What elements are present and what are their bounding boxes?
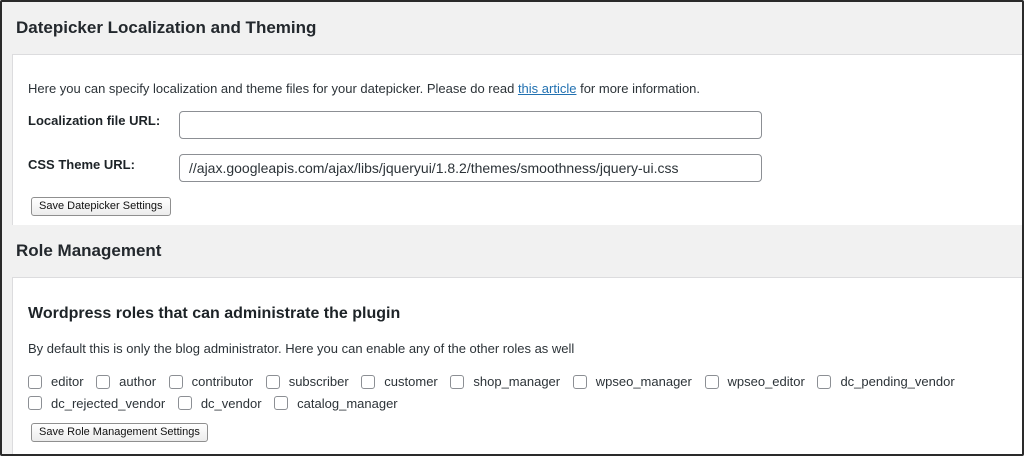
roles-subtitle: Wordpress roles that can administrate th… [28,305,401,322]
role-checkbox[interactable] [96,374,111,389]
role-option-shop-manager[interactable]: shop_manager [450,372,560,391]
role-option-dc-rejected-vendor[interactable]: dc_rejected_vendor [28,394,165,413]
this-article-link[interactable]: this article [518,81,577,96]
role-label: dc_vendor [200,395,262,411]
role-label: editor [51,374,84,389]
role-label: dc_pending_vendor [840,374,955,389]
role-option-dc-pending-vendor[interactable]: dc_pending_vendor [817,372,955,391]
role-label: contributor [191,374,254,389]
role-option-wpseo-editor[interactable]: wpseo_editor [704,372,805,391]
role-checkbox[interactable] [704,374,719,389]
role-checkbox[interactable] [168,374,183,389]
role-checkbox[interactable] [450,374,465,389]
role-checkbox[interactable] [28,396,42,410]
roles-checkbox-list: editor author contributor subscriber cus… [28,372,1013,415]
role-checkbox[interactable] [361,374,376,389]
role-checkbox[interactable] [817,374,832,389]
datepicker-intro-text: Here you can specify localization and th… [28,81,700,96]
role-label: shop_manager [473,374,561,389]
role-option-customer[interactable]: customer [361,372,438,391]
settings-page: Datepicker Localization and Theming Here… [0,0,1024,456]
role-option-catalog-manager[interactable]: catalog_manager [274,394,398,413]
role-label: catalog_manager [297,395,398,411]
save-datepicker-settings-button[interactable]: Save Datepicker Settings [31,197,171,216]
datepicker-section-header: Datepicker Localization and Theming [2,2,1022,52]
role-management-section-title: Role Management [16,241,162,260]
role-label: dc_rejected_vendor [51,395,166,411]
datepicker-section-title: Datepicker Localization and Theming [16,18,317,37]
roles-description: By default this is only the blog adminis… [28,341,575,356]
localization-file-url-label: Localization file URL: [28,113,161,128]
role-option-editor[interactable]: editor [28,372,84,391]
intro-text-before: Here you can specify localization and th… [28,81,518,96]
role-label: wpseo_manager [595,374,692,389]
role-label: subscriber [288,374,349,389]
save-role-management-settings-button[interactable]: Save Role Management Settings [31,423,208,442]
role-management-panel: Wordpress roles that can administrate th… [12,277,1022,454]
css-theme-url-input[interactable] [179,154,762,182]
role-label: customer [384,374,438,389]
role-option-contributor[interactable]: contributor [168,372,254,391]
intro-text-after: for more information. [576,81,701,96]
role-option-author[interactable]: author [96,372,156,391]
role-label: author [119,374,157,389]
role-checkbox[interactable] [265,374,280,389]
role-checkbox[interactable] [28,374,42,389]
role-checkbox[interactable] [274,396,289,410]
role-checkbox[interactable] [572,374,587,389]
css-theme-url-label: CSS Theme URL: [28,157,135,172]
role-option-subscriber[interactable]: subscriber [265,372,349,391]
role-option-dc-vendor[interactable]: dc_vendor [177,394,262,413]
role-label: wpseo_editor [727,374,805,389]
role-option-wpseo-manager[interactable]: wpseo_manager [572,372,692,391]
role-management-section-header: Role Management [2,225,1022,275]
localization-file-url-input[interactable] [179,111,762,139]
role-checkbox[interactable] [177,396,192,410]
datepicker-panel: Here you can specify localization and th… [12,54,1022,226]
